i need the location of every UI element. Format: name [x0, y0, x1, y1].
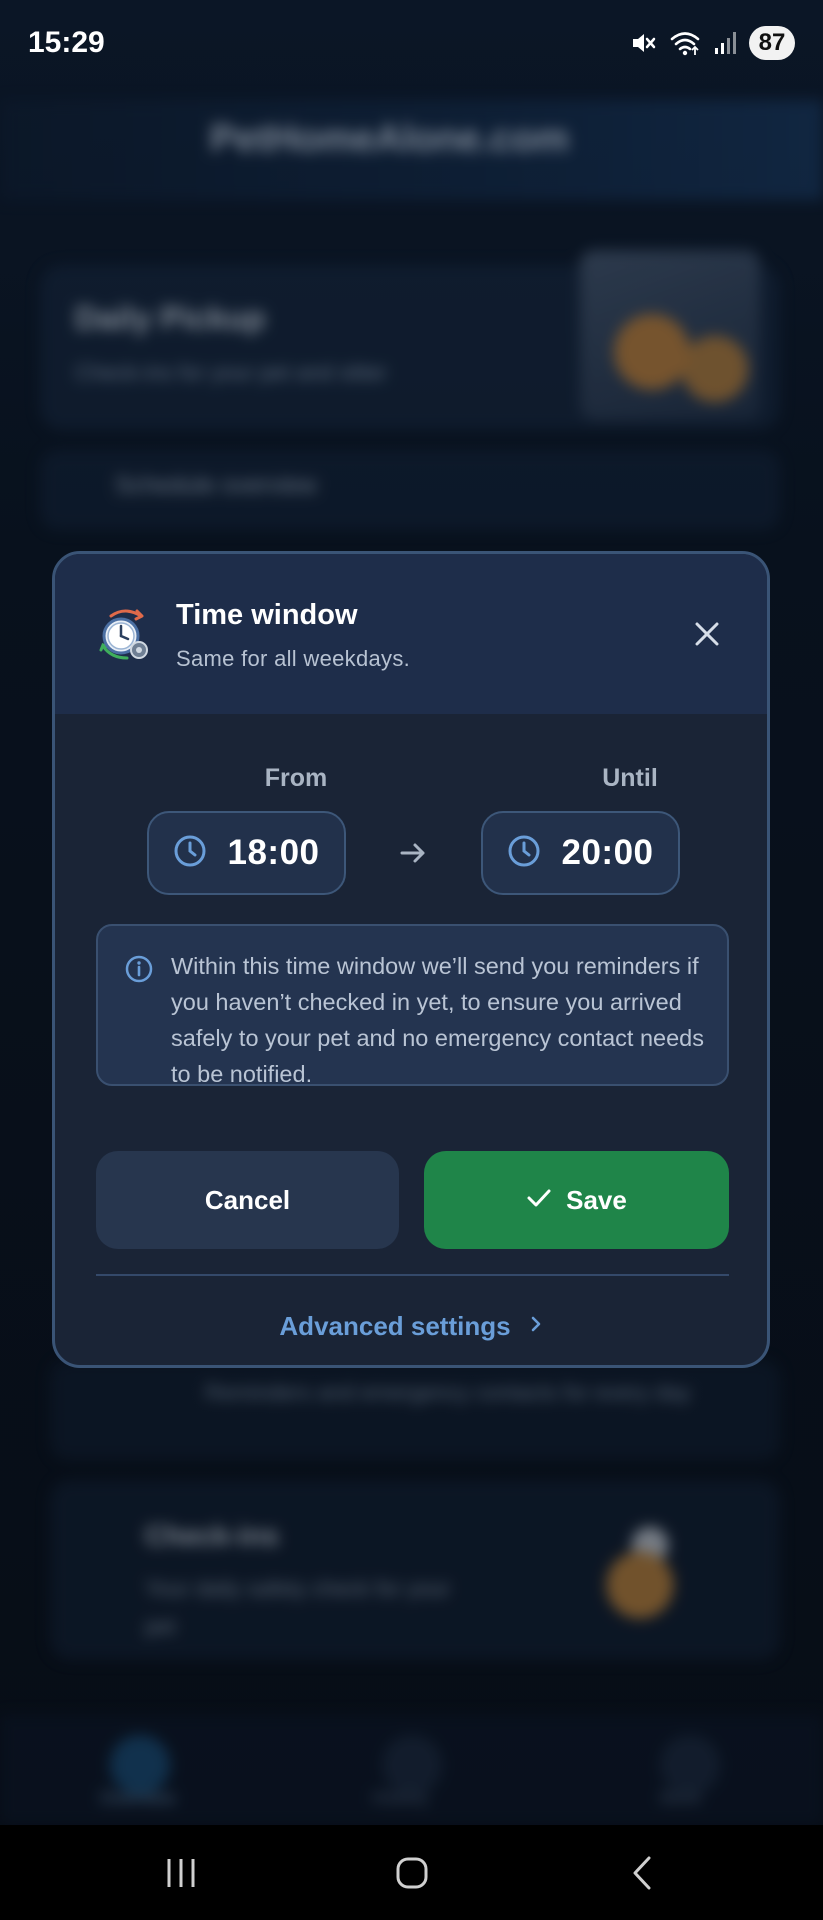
recent-apps-button[interactable]	[151, 1845, 211, 1901]
clock-icon	[173, 834, 207, 873]
back-icon	[633, 1856, 651, 1890]
background-card-text: Reminders and emergency contacts for eve…	[205, 1380, 691, 1405]
clock-settings-icon	[97, 606, 153, 664]
mute-icon	[629, 29, 657, 57]
background-card-subtitle: Check-ins for your pet and sitter	[75, 360, 387, 385]
status-bar: 15:29 87	[0, 0, 823, 90]
background-card-text: Your daily safety check for your pet	[145, 1576, 450, 1639]
wifi-icon	[669, 29, 701, 57]
home-button[interactable]	[382, 1845, 442, 1901]
from-time-picker[interactable]: 18:00	[147, 811, 346, 895]
save-button[interactable]: Save	[424, 1151, 729, 1249]
nav-history-icon	[382, 1735, 442, 1795]
info-icon	[124, 954, 154, 989]
info-box: Within this time window we’ll send you r…	[96, 924, 729, 1087]
dialog-header: Time window Same for all weekdays.	[55, 554, 767, 714]
recent-apps-icon	[167, 1859, 195, 1887]
nav-label: More	[660, 1788, 702, 1808]
home-icon	[396, 1857, 428, 1889]
divider	[96, 1274, 729, 1276]
chevron-right-icon	[529, 1314, 543, 1339]
house-illustration	[580, 250, 760, 420]
nav-label: History	[372, 1788, 429, 1808]
save-label: Save	[566, 1184, 627, 1215]
dialog-title: Time window	[176, 599, 358, 631]
nav-home-icon	[110, 1735, 170, 1795]
background-card-title: Daily Pickup	[75, 300, 266, 336]
arrow-right-icon	[398, 838, 428, 868]
dialog-subtitle: Same for all weekdays.	[176, 646, 411, 671]
battery-indicator: 87	[749, 26, 795, 60]
system-nav-bar	[0, 1825, 823, 1920]
from-label: From	[264, 764, 328, 792]
advanced-settings-link[interactable]: Advanced settings	[55, 1311, 767, 1342]
until-time-picker[interactable]: 20:00	[481, 811, 680, 895]
check-icon	[526, 1185, 552, 1216]
close-icon	[695, 622, 719, 646]
cancel-button[interactable]: Cancel	[96, 1151, 399, 1249]
nav-label: Overview	[100, 1788, 176, 1808]
pet-illustration	[590, 1520, 690, 1620]
status-icons: 87	[629, 26, 795, 60]
clock-icon	[507, 834, 541, 873]
until-label: Until	[602, 764, 658, 792]
background-card-label: Schedule overview	[115, 472, 317, 499]
status-time: 15:29	[28, 26, 105, 59]
time-window-dialog: Time window Same for all weekdays. From …	[52, 551, 770, 1368]
advanced-settings-label: Advanced settings	[279, 1311, 511, 1341]
back-button[interactable]	[612, 1845, 672, 1901]
signal-icon	[713, 30, 737, 56]
nav-more-icon	[660, 1735, 720, 1795]
until-time-value: 20:00	[561, 833, 654, 872]
background-header-title: PetHomeAlone.com	[210, 118, 569, 160]
close-button[interactable]	[687, 614, 727, 654]
info-text: Within this time window we’ll send you r…	[171, 953, 704, 1087]
from-time-value: 18:00	[227, 833, 320, 872]
background-card-title: Check-ins	[145, 1520, 279, 1551]
